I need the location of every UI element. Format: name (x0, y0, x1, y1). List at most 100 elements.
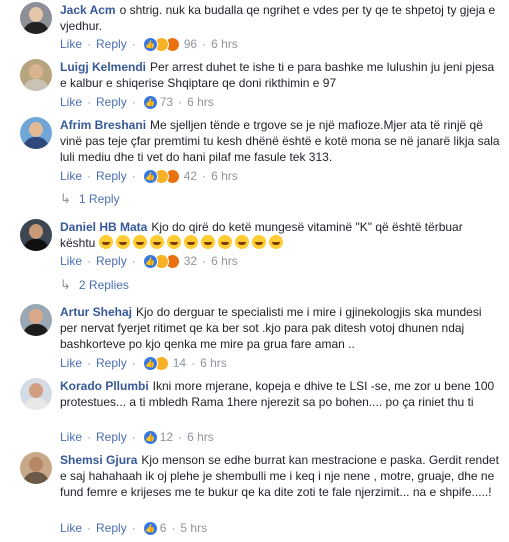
separator-dot: · (87, 521, 92, 535)
separator-dot: · (87, 356, 92, 370)
like-button[interactable]: Like (60, 36, 82, 52)
comment-author[interactable]: Daniel HB Mata (60, 220, 147, 234)
separator-dot: · (87, 169, 92, 183)
avatar[interactable] (20, 378, 52, 410)
like-icon: 👍 (142, 36, 158, 52)
reactions[interactable]: 👍 73 (142, 94, 174, 110)
avatar[interactable] (20, 2, 52, 34)
separator-dot: · (131, 37, 136, 51)
like-button[interactable]: Like (60, 355, 82, 371)
comment-author[interactable]: Luigj Kelmendi (60, 60, 146, 74)
like-icon: 👍 (142, 168, 158, 184)
avatar[interactable] (20, 304, 52, 336)
like-icon: 👍 (142, 94, 158, 110)
reaction-count: 6 (159, 521, 167, 535)
comment-author[interactable]: Korado Pllumbi (60, 379, 149, 393)
like-button[interactable]: Like (60, 253, 82, 269)
replies-label[interactable]: 1 Reply (79, 191, 120, 207)
laughing-emoji-icon (183, 235, 198, 249)
laughing-emoji-icon (98, 235, 113, 249)
comment-time[interactable]: 6 hrs (211, 36, 238, 52)
reaction-count: 73 (159, 95, 174, 109)
separator-dot: · (131, 95, 136, 109)
reaction-count: 32 (183, 254, 198, 268)
comment-time[interactable]: 6 hrs (211, 168, 238, 184)
comment-actions: Like · Reply · 👍 73 · 6 hrs (60, 94, 214, 110)
separator-dot: · (87, 37, 92, 51)
like-button[interactable]: Like (60, 168, 82, 184)
reply-button[interactable]: Reply (96, 520, 127, 536)
separator-dot: · (202, 169, 207, 183)
laughing-emoji-icon (251, 235, 266, 249)
comment-actions: Like · Reply · 👍 32 · 6 hrs (60, 253, 238, 269)
like-button[interactable]: Like (60, 520, 82, 536)
reply-arrow-icon: ↳ (60, 191, 71, 206)
reply-button[interactable]: Reply (96, 429, 127, 445)
comment-text: o shtrig. nuk ka budalla qe ngrihet e vd… (60, 3, 496, 33)
reactions[interactable]: 👍 96 (142, 36, 198, 52)
comment-actions: Like · Reply · 👍 96 · 6 hrs (60, 36, 238, 52)
comment-time[interactable]: 6 hrs (211, 253, 238, 269)
view-replies-link[interactable]: ↳ 1 Reply (60, 191, 120, 207)
laughing-emoji-icon (115, 235, 130, 249)
separator-dot: · (87, 95, 92, 109)
separator-dot: · (202, 254, 207, 268)
comment-time[interactable]: 5 hrs (180, 520, 207, 536)
reply-arrow-icon: ↳ (60, 277, 71, 292)
reaction-count: 96 (183, 37, 198, 51)
reaction-count: 12 (159, 430, 174, 444)
reactions[interactable]: 👍 6 (142, 520, 167, 536)
comment-author[interactable]: Afrim Breshani (60, 118, 146, 132)
like-button[interactable]: Like (60, 429, 82, 445)
reactions[interactable]: 👍 32 (142, 253, 198, 269)
separator-dot: · (202, 37, 207, 51)
laughing-emoji-icon (149, 235, 164, 249)
emoji-row (98, 235, 286, 250)
like-icon: 👍 (142, 520, 158, 536)
avatar[interactable] (20, 117, 52, 149)
reaction-count: 14 (172, 356, 187, 370)
separator-dot: · (131, 254, 136, 268)
reply-button[interactable]: Reply (96, 168, 127, 184)
separator-dot: · (131, 169, 136, 183)
reply-button[interactable]: Reply (96, 94, 127, 110)
separator-dot: · (87, 430, 92, 444)
like-button[interactable]: Like (60, 94, 82, 110)
reactions[interactable]: 👍 42 (142, 168, 197, 184)
laughing-emoji-icon (132, 235, 147, 249)
comment-time[interactable]: 6 hrs (200, 355, 227, 371)
laughing-emoji-icon (234, 235, 249, 249)
separator-dot: · (178, 430, 183, 444)
comment-actions: Like · Reply · 👍 42 · 6 hrs (60, 168, 238, 184)
comment-time[interactable]: 6 hrs (187, 94, 214, 110)
separator-dot: · (178, 95, 183, 109)
separator-dot: · (87, 254, 92, 268)
comment-author[interactable]: Jack Acm (60, 3, 116, 17)
laughing-emoji-icon (217, 235, 232, 249)
separator-dot: · (131, 356, 136, 370)
separator-dot: · (171, 521, 176, 535)
avatar[interactable] (20, 219, 52, 251)
comment-actions: Like · Reply · 👍 6 · 5 hrs (60, 520, 207, 536)
comment-time[interactable]: 6 hrs (187, 429, 214, 445)
avatar[interactable] (20, 59, 52, 91)
reactions[interactable]: 👍 12 (142, 429, 174, 445)
comment-actions: Like · Reply · 👍 12 · 6 hrs (60, 429, 214, 445)
comment-author[interactable]: Artur Shehaj (60, 305, 132, 319)
separator-dot: · (131, 521, 136, 535)
reply-button[interactable]: Reply (96, 355, 127, 371)
comment-author[interactable]: Shemsi Gjura (60, 453, 137, 467)
reply-button[interactable]: Reply (96, 253, 127, 269)
avatar[interactable] (20, 452, 52, 484)
separator-dot: · (191, 356, 196, 370)
reply-button[interactable]: Reply (96, 36, 127, 52)
laughing-emoji-icon (268, 235, 283, 249)
like-icon: 👍 (142, 253, 158, 269)
view-replies-link[interactable]: ↳ 2 Replies (60, 277, 129, 293)
replies-label[interactable]: 2 Replies (79, 277, 129, 293)
reactions[interactable]: 👍 14 (142, 355, 187, 371)
laughing-emoji-icon (166, 235, 181, 249)
laughing-emoji-icon (200, 235, 215, 249)
separator-dot: · (131, 430, 136, 444)
like-icon: 👍 (142, 429, 158, 445)
